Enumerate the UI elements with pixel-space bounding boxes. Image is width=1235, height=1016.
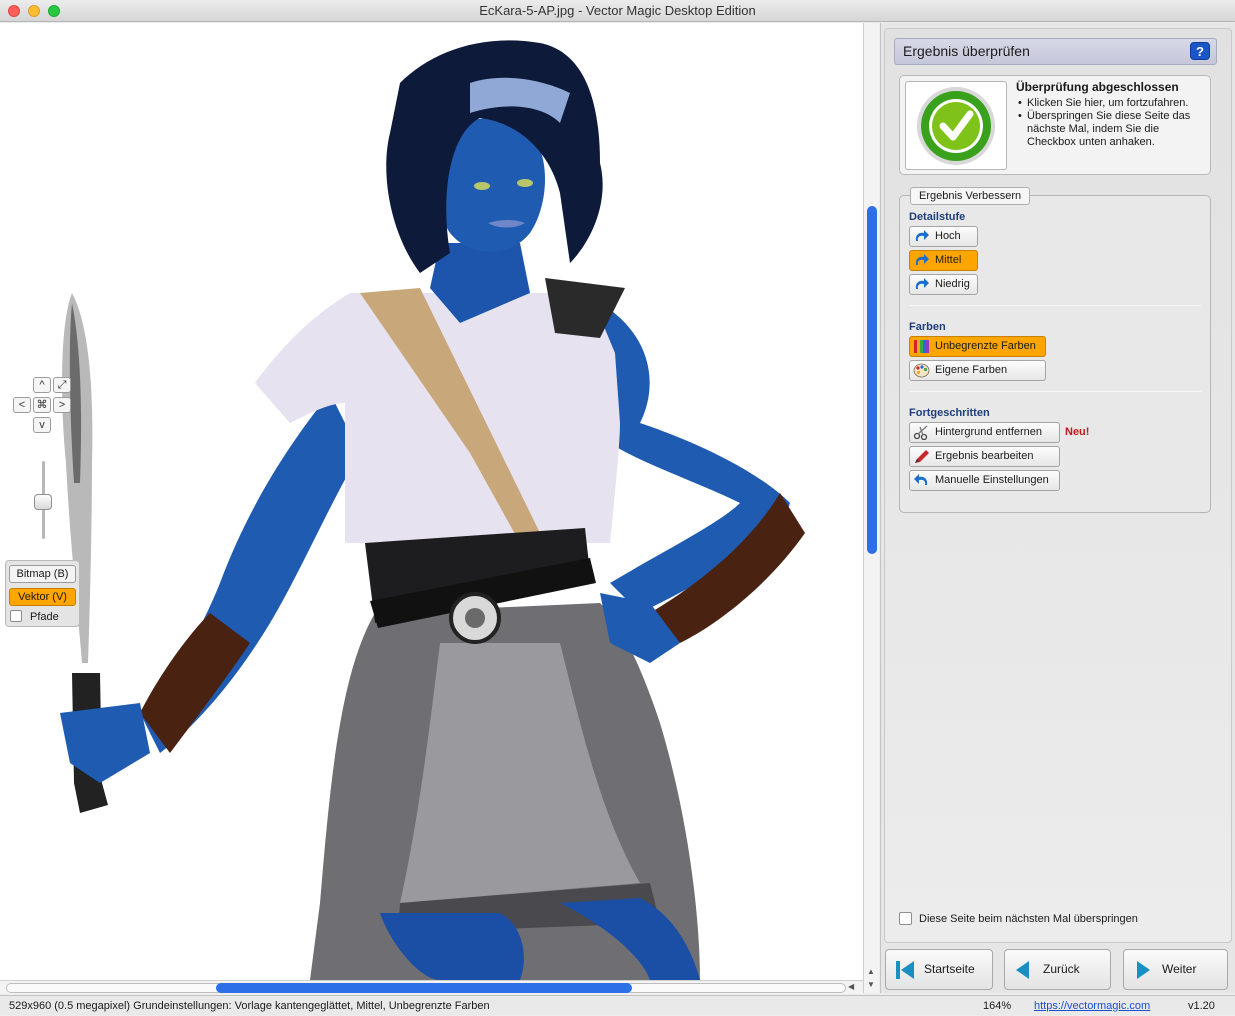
- status-bar: 529x960 (0.5 megapixel) Grundeinstellung…: [0, 995, 1235, 1015]
- pan-down-button[interactable]: v: [33, 417, 51, 433]
- zoom-window-button[interactable]: [48, 5, 60, 17]
- paths-label: Pfade: [30, 611, 59, 623]
- detail-level-heading: Detailstufe: [909, 211, 966, 223]
- colors-heading: Farben: [909, 321, 946, 333]
- review-complete-card[interactable]: Überprüfung abgeschlossen • Klicken Sie h…: [899, 75, 1211, 175]
- divider: [909, 305, 1201, 306]
- review-panel: Ergebnis überprüfen ? Überprüfung abgesc…: [880, 23, 1235, 993]
- remove-background-label: Hintergrund entfernen: [935, 426, 1043, 438]
- view-mode-panel: Bitmap (B) Vektor (V) Pfade: [5, 560, 80, 627]
- skip-page-label: Diese Seite beim nächsten Mal überspring…: [919, 913, 1138, 925]
- left-hand: [60, 703, 150, 783]
- detail-high-label: Hoch: [935, 230, 961, 242]
- remove-background-button[interactable]: Hintergrund entfernen: [909, 422, 1060, 443]
- forward-arrow-icon: [1137, 961, 1150, 979]
- paths-toggle[interactable]: Pfade: [10, 610, 59, 623]
- back-label: Zurück: [1043, 962, 1080, 976]
- new-badge: Neu!: [1065, 426, 1090, 438]
- detail-low-button[interactable]: Niedrig: [909, 274, 978, 295]
- zoom-slider-handle[interactable]: [34, 494, 52, 510]
- zoom-fit-button[interactable]: ⤢: [53, 377, 71, 393]
- scroll-down-arrow-icon[interactable]: ▼: [867, 980, 875, 989]
- checkmark-frame[interactable]: [905, 81, 1007, 170]
- skip-page-checkbox[interactable]: [899, 912, 912, 925]
- horizontal-scrollbar[interactable]: ◀: [0, 980, 863, 994]
- close-window-button[interactable]: [8, 5, 20, 17]
- panel-title-text: Ergebnis überprüfen: [903, 43, 1030, 59]
- help-button[interactable]: ?: [1190, 42, 1210, 60]
- divider: [909, 391, 1201, 392]
- improve-result-group: Ergebnis Verbessern Detailstufe Hoch Mit…: [899, 187, 1211, 513]
- undo-arrow-icon: [914, 474, 928, 485]
- status-bullet-1-text: Klicken Sie hier, um fortzufahren.: [1027, 97, 1189, 109]
- status-bullet-1: • Klicken Sie hier, um fortzufahren.: [1018, 97, 1208, 110]
- title-bar: EcKara-5-AP.jpg - Vector Magic Desktop E…: [0, 0, 1235, 22]
- redo-arrow-icon: [915, 254, 929, 265]
- bitmap-view-button[interactable]: Bitmap (B): [9, 565, 76, 583]
- status-bullet-2-text: Überspringen Sie diese Seite das nächste…: [1027, 110, 1191, 148]
- home-button[interactable]: Startseite: [885, 949, 993, 990]
- vertical-scrollbar[interactable]: ▲ ▼: [863, 23, 879, 993]
- detail-high-button[interactable]: Hoch: [909, 226, 978, 247]
- home-label: Startseite: [924, 962, 975, 976]
- scroll-up-arrow-icon[interactable]: ▲: [867, 967, 875, 976]
- edit-result-label: Ergebnis bearbeiten: [935, 450, 1034, 462]
- panel-title: Ergebnis überprüfen ?: [894, 38, 1217, 65]
- color-spectrum-icon: [914, 340, 929, 353]
- manual-settings-label: Manuelle Einstellungen: [935, 474, 1049, 486]
- vertical-scroll-thumb[interactable]: [867, 206, 877, 554]
- scissors-icon: [913, 425, 928, 440]
- skip-page-toggle[interactable]: Diese Seite beim nächsten Mal überspring…: [899, 912, 1138, 925]
- horizontal-scroll-thumb[interactable]: [216, 983, 632, 993]
- custom-colors-button[interactable]: Eigene Farben: [909, 360, 1046, 381]
- left-bracer: [140, 613, 250, 753]
- review-complete-title: Überprüfung abgeschlossen: [1016, 80, 1179, 94]
- improve-result-tab[interactable]: Ergebnis Verbessern: [910, 187, 1031, 205]
- unlimited-colors-button[interactable]: Unbegrenzte Farben: [909, 336, 1046, 357]
- pan-left-button[interactable]: <: [13, 397, 31, 413]
- website-link[interactable]: https://vectormagic.com: [1034, 996, 1150, 1016]
- edit-result-button[interactable]: Ergebnis bearbeiten: [909, 446, 1060, 467]
- image-info: 529x960 (0.5 megapixel) Grundeinstellung…: [9, 1000, 490, 1012]
- paths-checkbox[interactable]: [10, 610, 22, 622]
- manual-settings-button[interactable]: Manuelle Einstellungen: [909, 470, 1060, 491]
- unlimited-colors-label: Unbegrenzte Farben: [935, 340, 1036, 352]
- next-button[interactable]: Weiter: [1123, 949, 1228, 990]
- center-view-button[interactable]: ⌘: [33, 397, 51, 413]
- detail-medium-label: Mittel: [935, 254, 962, 266]
- next-label: Weiter: [1162, 962, 1197, 976]
- checkmark-icon: [917, 87, 995, 165]
- palette-icon: [913, 363, 930, 378]
- window-title: EcKara-5-AP.jpg - Vector Magic Desktop E…: [479, 3, 756, 18]
- vector-view-button[interactable]: Vektor (V): [9, 588, 76, 606]
- pan-right-button[interactable]: >: [53, 397, 71, 413]
- redo-arrow-icon: [915, 278, 929, 289]
- back-arrow-icon: [1016, 961, 1029, 979]
- advanced-heading: Fortgeschritten: [909, 407, 990, 419]
- pan-up-button[interactable]: ^: [33, 377, 51, 393]
- redo-arrow-icon: [915, 230, 929, 241]
- pencil-icon: [915, 450, 929, 463]
- vector-canvas[interactable]: ^ ⤢ < ⌘ > v Bitmap (B) Vektor (V) Pfade: [0, 23, 863, 980]
- back-button[interactable]: Zurück: [1004, 949, 1111, 990]
- zoom-level: 164%: [983, 1000, 1012, 1012]
- skip-back-icon: [896, 961, 914, 979]
- custom-colors-label: Eigene Farben: [935, 364, 1008, 376]
- minimize-window-button[interactable]: [28, 5, 40, 17]
- detail-medium-button[interactable]: Mittel: [909, 250, 978, 271]
- vectorized-image: [60, 40, 805, 980]
- version-label: v1.20: [1188, 1000, 1215, 1012]
- detail-low-label: Niedrig: [935, 278, 970, 290]
- status-bullet-2: • Überspringen Sie diese Seite das nächst…: [1018, 110, 1208, 149]
- scroll-left-arrow-icon[interactable]: ◀: [848, 982, 854, 991]
